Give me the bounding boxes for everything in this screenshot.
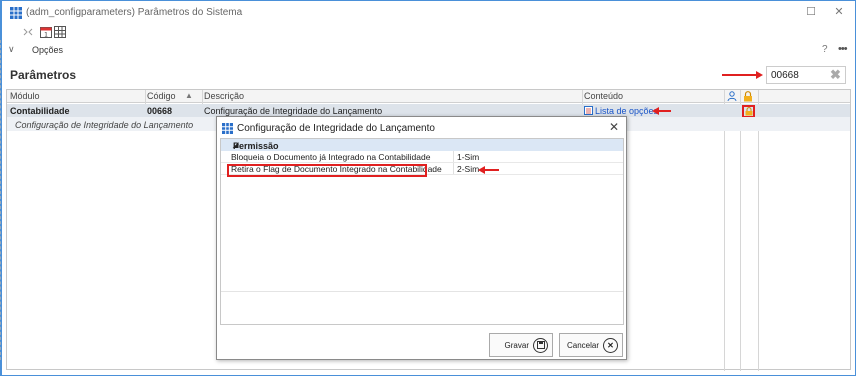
more-button[interactable]: ••• xyxy=(838,43,848,55)
page-title: Parâmetros xyxy=(10,68,77,82)
title-bar: (adm_configparameters) Parâmetros do Sis… xyxy=(2,2,852,22)
annotation-arrow-search xyxy=(722,71,763,79)
cell-codigo: 00668 xyxy=(147,106,173,116)
options-tab[interactable]: Opções xyxy=(32,45,63,55)
options-list-link[interactable]: Lista de opções xyxy=(595,106,658,116)
column-header-conteudo[interactable]: Conteúdo xyxy=(584,91,623,101)
panel-divider xyxy=(221,291,623,292)
sort-asc-icon[interactable]: ▲ xyxy=(185,91,193,100)
integrity-dialog: Configuração de Integridade do Lançament… xyxy=(216,116,627,360)
permission-panel: ◢ Permissão Bloqueia o Documento já Inte… xyxy=(220,138,624,325)
group-title: Permissão xyxy=(233,141,279,151)
cell-modulo: Contabilidade xyxy=(10,106,70,116)
table-icon[interactable] xyxy=(54,26,66,38)
list-item[interactable]: Bloqueia o Documento já Integrado na Con… xyxy=(221,151,623,163)
sort-icon[interactable] xyxy=(22,26,34,38)
col-divider xyxy=(582,90,583,104)
lock-header-icon[interactable] xyxy=(743,91,753,102)
group-header[interactable]: ◢ Permissão xyxy=(221,139,623,151)
annotation-arrow-value xyxy=(478,166,499,174)
item-label: Bloqueia o Documento já Integrado na Con… xyxy=(231,152,431,162)
cancel-button[interactable]: Cancelar ✕ xyxy=(559,333,623,357)
app-grid-icon xyxy=(222,123,233,134)
detail-text: Configuração de Integridade do Lançament… xyxy=(15,120,194,130)
annotation-arrow-content xyxy=(652,107,671,115)
save-label: Gravar xyxy=(504,340,529,350)
cell-descricao: Configuração de Integridade do Lançament… xyxy=(204,106,383,116)
save-icon xyxy=(533,337,548,353)
calendar-icon[interactable]: 1 xyxy=(40,26,52,38)
left-edge xyxy=(0,40,2,360)
list-icon xyxy=(584,106,593,115)
item-value[interactable]: 2-Sim xyxy=(457,164,479,174)
help-button[interactable]: ? xyxy=(822,44,828,55)
column-header-descricao[interactable]: Descrição xyxy=(204,91,244,101)
item-value[interactable]: 1-Sim xyxy=(457,152,479,162)
chevron-down-icon[interactable]: ∨ xyxy=(8,44,15,55)
cancel-icon: ✕ xyxy=(603,337,618,353)
search-clear-icon[interactable]: ✖ xyxy=(830,67,841,83)
app-grid-icon xyxy=(10,7,22,19)
cancel-label: Cancelar xyxy=(566,340,599,350)
col-divider xyxy=(724,90,725,371)
window-title: (adm_configparameters) Parâmetros do Sis… xyxy=(26,7,243,18)
lock-icon[interactable] xyxy=(745,107,753,116)
col-divider xyxy=(740,90,741,371)
ribbon: ∨ Opções ? ••• xyxy=(2,43,852,56)
maximize-button[interactable]: ☐ xyxy=(804,5,818,19)
close-window-button[interactable]: ✕ xyxy=(832,5,846,19)
column-header-modulo[interactable]: Módulo xyxy=(10,91,40,101)
person-icon[interactable] xyxy=(727,91,737,101)
search-value: 00668 xyxy=(771,70,799,81)
svg-text:1: 1 xyxy=(44,32,48,39)
close-icon[interactable]: ✕ xyxy=(609,120,619,134)
dialog-title: Configuração de Integridade do Lançament… xyxy=(237,123,435,134)
column-header-codigo[interactable]: Código xyxy=(147,91,176,101)
col-divider xyxy=(758,90,759,371)
col-divider xyxy=(202,90,203,104)
save-button[interactable]: Gravar xyxy=(489,333,553,357)
label-highlight xyxy=(227,164,427,177)
